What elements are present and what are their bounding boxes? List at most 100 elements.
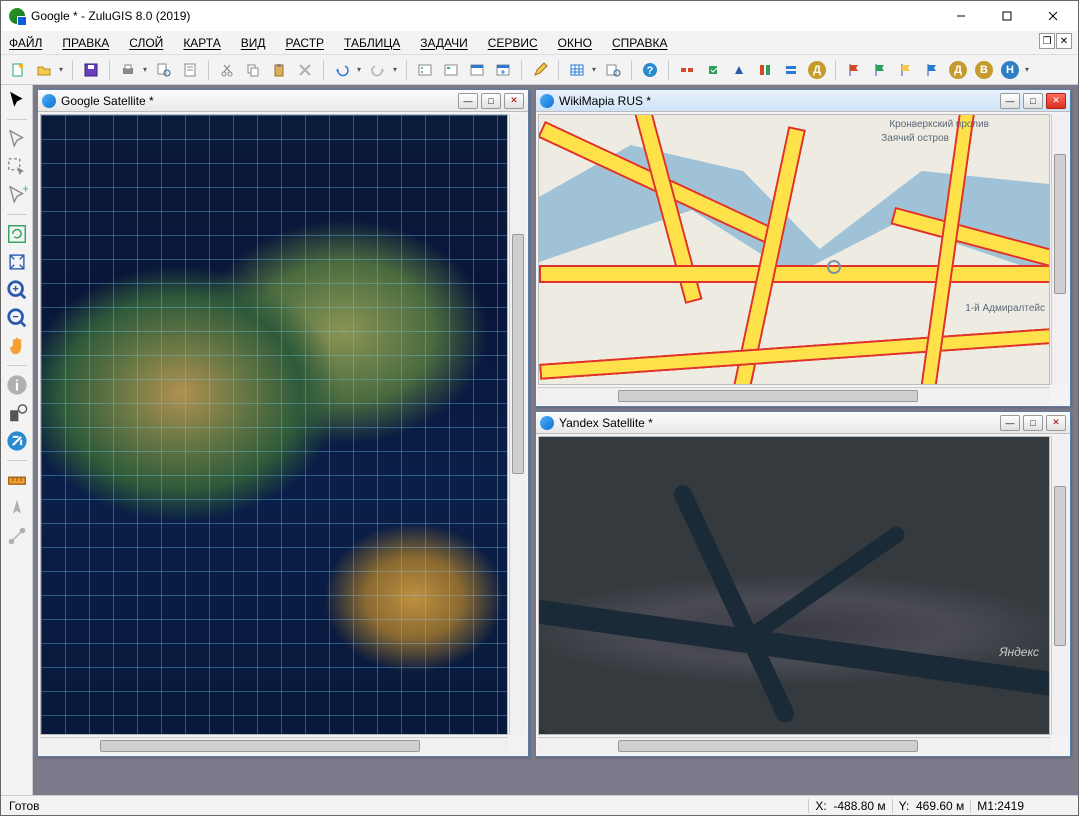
panel-wikimapia-titlebar[interactable]: WikiMapia RUS * — □ ✕ bbox=[536, 90, 1070, 112]
panel-maximize-button[interactable]: □ bbox=[1023, 93, 1043, 109]
globe-icon bbox=[540, 416, 554, 430]
toggle-panel-icon[interactable] bbox=[492, 59, 514, 81]
wikimapia-scrollbar-v[interactable] bbox=[1051, 114, 1068, 385]
save-icon[interactable] bbox=[80, 59, 102, 81]
properties-icon[interactable] bbox=[440, 59, 462, 81]
select-add-icon[interactable]: + bbox=[6, 184, 28, 206]
info-tool-icon[interactable]: i bbox=[6, 374, 28, 396]
google-scrollbar-h[interactable] bbox=[40, 737, 508, 754]
menu-file[interactable]: ФАЙЛ bbox=[9, 36, 42, 50]
network-tool-5-icon[interactable] bbox=[780, 59, 802, 81]
panel-maximize-button[interactable]: □ bbox=[481, 93, 501, 109]
circle-tool-d2-icon[interactable]: Д bbox=[947, 59, 969, 81]
page-setup-icon[interactable] bbox=[179, 59, 201, 81]
fit-view-icon[interactable] bbox=[6, 251, 28, 273]
undo-icon[interactable] bbox=[331, 59, 353, 81]
circle-tool-h-icon[interactable]: Н bbox=[999, 59, 1021, 81]
copy-icon[interactable] bbox=[242, 59, 264, 81]
flag-tool-3-icon[interactable] bbox=[895, 59, 917, 81]
mdi-restore-button[interactable]: ❐ bbox=[1039, 33, 1055, 49]
wikimapia-scrollbar-h[interactable] bbox=[538, 387, 1050, 404]
network-tool-1-icon[interactable] bbox=[676, 59, 698, 81]
print-dropdown[interactable]: ▾ bbox=[141, 65, 149, 74]
menu-table[interactable]: ТАБЛИЦА bbox=[344, 36, 400, 50]
panel-maximize-button[interactable]: □ bbox=[1023, 415, 1043, 431]
hyperlink-icon[interactable] bbox=[6, 430, 28, 452]
identify-icon[interactable] bbox=[6, 402, 28, 424]
open-folder-icon[interactable] bbox=[33, 59, 55, 81]
menu-tasks[interactable]: ЗАДАЧИ bbox=[420, 36, 467, 50]
open-dropdown[interactable]: ▾ bbox=[57, 65, 65, 74]
redo-dropdown[interactable]: ▾ bbox=[391, 65, 399, 74]
print-icon[interactable] bbox=[117, 59, 139, 81]
new-file-icon[interactable] bbox=[7, 59, 29, 81]
status-scale: М1:2419 bbox=[970, 799, 1030, 813]
wikimapia-map-canvas[interactable]: Кронверкский пролив Заячий остров 1-й Ад… bbox=[538, 114, 1050, 385]
pointer-tool-icon[interactable] bbox=[6, 89, 28, 111]
network-tool-3-icon[interactable] bbox=[728, 59, 750, 81]
panel-close-button[interactable]: ✕ bbox=[1046, 415, 1066, 431]
globe-icon bbox=[42, 94, 56, 108]
panel-minimize-button[interactable]: — bbox=[1000, 415, 1020, 431]
google-scrollbar-v[interactable] bbox=[509, 114, 526, 735]
panel-wikimapia: WikiMapia RUS * — □ ✕ Кронверкский проли… bbox=[535, 89, 1071, 407]
panel-google-titlebar[interactable]: Google Satellite * — □ ✕ bbox=[38, 90, 528, 112]
window-maximize-button[interactable] bbox=[984, 1, 1030, 31]
menu-help[interactable]: СПРАВКА bbox=[612, 36, 668, 50]
print-preview-icon[interactable] bbox=[153, 59, 175, 81]
zoom-out-icon[interactable] bbox=[6, 307, 28, 329]
table-icon[interactable] bbox=[566, 59, 588, 81]
window-minimize-button[interactable] bbox=[938, 1, 984, 31]
measure-icon[interactable] bbox=[6, 469, 28, 491]
flag-tool-1-icon[interactable] bbox=[843, 59, 865, 81]
pan-icon[interactable] bbox=[6, 335, 28, 357]
menu-service[interactable]: СЕРВИС bbox=[488, 36, 538, 50]
circle-tool-b-icon[interactable]: В bbox=[973, 59, 995, 81]
table-dropdown[interactable]: ▾ bbox=[590, 65, 598, 74]
help-icon[interactable]: ? bbox=[639, 59, 661, 81]
network-tool-2-icon[interactable] bbox=[702, 59, 724, 81]
left-toolbox: + i bbox=[1, 85, 33, 795]
form-icon[interactable] bbox=[414, 59, 436, 81]
menu-layer[interactable]: СЛОЙ bbox=[129, 36, 163, 50]
panel-yandex-titlebar[interactable]: Yandex Satellite * — □ ✕ bbox=[536, 412, 1070, 434]
window-close-button[interactable] bbox=[1030, 1, 1076, 31]
flag-tool-2-icon[interactable] bbox=[869, 59, 891, 81]
edit-mode-icon[interactable] bbox=[529, 59, 551, 81]
panel-minimize-button[interactable]: — bbox=[458, 93, 478, 109]
map-label: Заячий остров bbox=[881, 133, 949, 144]
redo-icon[interactable] bbox=[367, 59, 389, 81]
query-icon[interactable] bbox=[602, 59, 624, 81]
panel-close-button[interactable]: ✕ bbox=[504, 93, 524, 109]
direction-icon[interactable] bbox=[6, 497, 28, 519]
panel-minimize-button[interactable]: — bbox=[1000, 93, 1020, 109]
status-ready: Готов bbox=[9, 799, 40, 813]
undo-dropdown[interactable]: ▾ bbox=[355, 65, 363, 74]
yandex-scrollbar-h[interactable] bbox=[538, 737, 1050, 754]
circle-h-dropdown[interactable]: ▾ bbox=[1023, 65, 1031, 74]
network-tool-4-icon[interactable] bbox=[754, 59, 776, 81]
menu-raster[interactable]: РАСТР bbox=[285, 36, 324, 50]
yandex-scrollbar-v[interactable] bbox=[1051, 436, 1068, 735]
window-titlebar: Google * - ZuluGIS 8.0 (2019) bbox=[1, 1, 1078, 31]
yandex-map-canvas[interactable]: Яндекс bbox=[538, 436, 1050, 735]
circle-tool-d-icon[interactable]: Д bbox=[806, 59, 828, 81]
zoom-in-icon[interactable] bbox=[6, 279, 28, 301]
flag-tool-4-icon[interactable] bbox=[921, 59, 943, 81]
select-rect-icon[interactable] bbox=[6, 156, 28, 178]
menu-edit[interactable]: ПРАВКА bbox=[62, 36, 109, 50]
menu-map[interactable]: КАРТА bbox=[183, 36, 220, 50]
menu-view[interactable]: ВИД bbox=[241, 36, 266, 50]
mdi-global-controls: ❐ ✕ bbox=[1039, 33, 1072, 49]
route-icon[interactable] bbox=[6, 525, 28, 547]
panel-close-button[interactable]: ✕ bbox=[1046, 93, 1066, 109]
refresh-icon[interactable] bbox=[6, 223, 28, 245]
google-map-canvas[interactable] bbox=[40, 114, 508, 735]
delete-icon[interactable] bbox=[294, 59, 316, 81]
select-object-icon[interactable] bbox=[6, 128, 28, 150]
cut-icon[interactable] bbox=[216, 59, 238, 81]
panel-icon[interactable] bbox=[466, 59, 488, 81]
paste-icon[interactable] bbox=[268, 59, 290, 81]
menu-window[interactable]: ОКНО bbox=[558, 36, 592, 50]
mdi-close-button[interactable]: ✕ bbox=[1056, 33, 1072, 49]
